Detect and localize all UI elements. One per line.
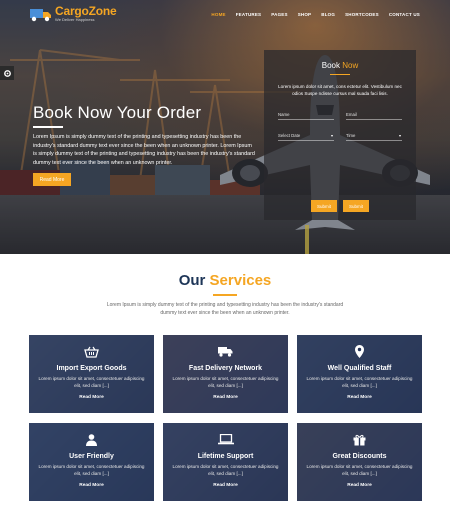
booking-actions: Submit Submit <box>311 200 369 212</box>
time-select-label: Time <box>346 133 356 138</box>
card-read-more-link[interactable]: Read More <box>213 395 238 400</box>
service-card-qualified-staff[interactable]: Well Qualified Staff Lorem ipsum dolor s… <box>297 335 422 413</box>
name-field[interactable]: Name <box>278 110 334 120</box>
time-select[interactable]: Time ▾ <box>346 131 402 141</box>
nav-contact[interactable]: CONTACT US <box>389 12 420 17</box>
card-title: Lifetime Support <box>197 453 254 460</box>
card-title: Fast Delivery Network <box>188 365 263 372</box>
card-title: Import Export Goods <box>56 365 127 372</box>
nav-blog[interactable]: BLOG <box>321 12 335 17</box>
hero-description: Lorem Ipsum is simply dummy text of the … <box>33 134 255 166</box>
services-description: Lorem Ipsum is simply dummy text of the … <box>106 302 344 316</box>
user-icon <box>84 433 100 446</box>
services-heading: Our Services <box>178 272 272 289</box>
services-heading-rule <box>213 294 237 296</box>
card-text: Lorem ipsum dolor sit amet, consectetuer… <box>38 376 145 388</box>
card-read-more-link[interactable]: Read More <box>79 483 104 488</box>
brand-name: CargoZone <box>55 4 117 18</box>
booking-title: Book Now <box>321 61 359 70</box>
service-card-user-friendly[interactable]: User Friendly Lorem ipsum dolor sit amet… <box>29 423 154 501</box>
card-text: Lorem ipsum dolor sit amet, consectetuer… <box>306 464 413 476</box>
card-read-more-link[interactable]: Read More <box>347 395 372 400</box>
service-card-great-discounts[interactable]: Great Discounts Lorem ipsum dolor sit am… <box>297 423 422 501</box>
nav-shop[interactable]: SHOP <box>298 12 312 17</box>
truck-logo-icon <box>30 9 51 22</box>
main-menu: HOME FEATURES PAGES SHOP BLOG SHORTCODES… <box>211 12 420 17</box>
hero-title-underline <box>33 126 63 128</box>
nav-home[interactable]: HOME <box>211 12 225 17</box>
hero-title: Book Now Your Order <box>33 103 202 122</box>
booking-description: Lorem ipsum dolor sit amet, cons ectetur… <box>278 84 402 96</box>
card-title: User Friendly <box>69 453 114 460</box>
truck-icon <box>218 345 234 358</box>
booking-submit-button[interactable]: Submit <box>311 200 337 212</box>
chevron-down-icon: ▾ <box>398 133 401 138</box>
gift-icon <box>352 433 368 446</box>
hero-read-more-button[interactable]: Read More <box>33 173 71 186</box>
card-title: Well Qualified Staff <box>327 365 392 372</box>
chevron-down-icon: ▾ <box>330 133 333 138</box>
gear-icon <box>3 69 11 77</box>
card-text: Lorem ipsum dolor sit amet, consectetuer… <box>306 376 413 388</box>
card-title: Great Discounts <box>332 453 387 460</box>
card-text: Lorem ipsum dolor sit amet, consectetuer… <box>38 464 145 476</box>
card-text: Lorem ipsum dolor sit amet, consectetuer… <box>172 464 279 476</box>
date-select-label: Select Date <box>278 133 301 138</box>
site-logo[interactable]: CargoZone We Deliver Happiness <box>30 5 117 23</box>
service-card-fast-delivery[interactable]: Fast Delivery Network Lorem ipsum dolor … <box>163 335 288 413</box>
nav-features[interactable]: FEATURES <box>236 12 262 17</box>
top-navbar: CargoZone We Deliver Happiness HOME FEAT… <box>0 0 450 30</box>
laptop-icon <box>217 433 234 446</box>
card-read-more-link[interactable]: Read More <box>213 483 238 488</box>
map-pin-icon <box>352 345 368 358</box>
service-card-import-export[interactable]: Import Export Goods Lorem ipsum dolor si… <box>29 335 154 413</box>
date-select[interactable]: Select Date ▾ <box>278 131 334 141</box>
card-read-more-link[interactable]: Read More <box>347 483 372 488</box>
service-card-lifetime-support[interactable]: Lifetime Support Lorem ipsum dolor sit a… <box>163 423 288 501</box>
booking-form: Book Now Lorem ipsum dolor sit amet, con… <box>264 50 416 220</box>
card-text: Lorem ipsum dolor sit amet, consectetuer… <box>172 376 279 388</box>
card-read-more-link[interactable]: Read More <box>79 395 104 400</box>
email-field[interactable]: Email <box>346 110 402 120</box>
booking-secondary-button[interactable]: Submit <box>343 200 369 212</box>
basket-icon <box>84 345 100 358</box>
nav-shortcodes[interactable]: SHORTCODES <box>345 12 379 17</box>
nav-pages[interactable]: PAGES <box>271 12 287 17</box>
settings-toggle-button[interactable] <box>0 66 14 80</box>
booking-title-rule <box>330 74 350 75</box>
